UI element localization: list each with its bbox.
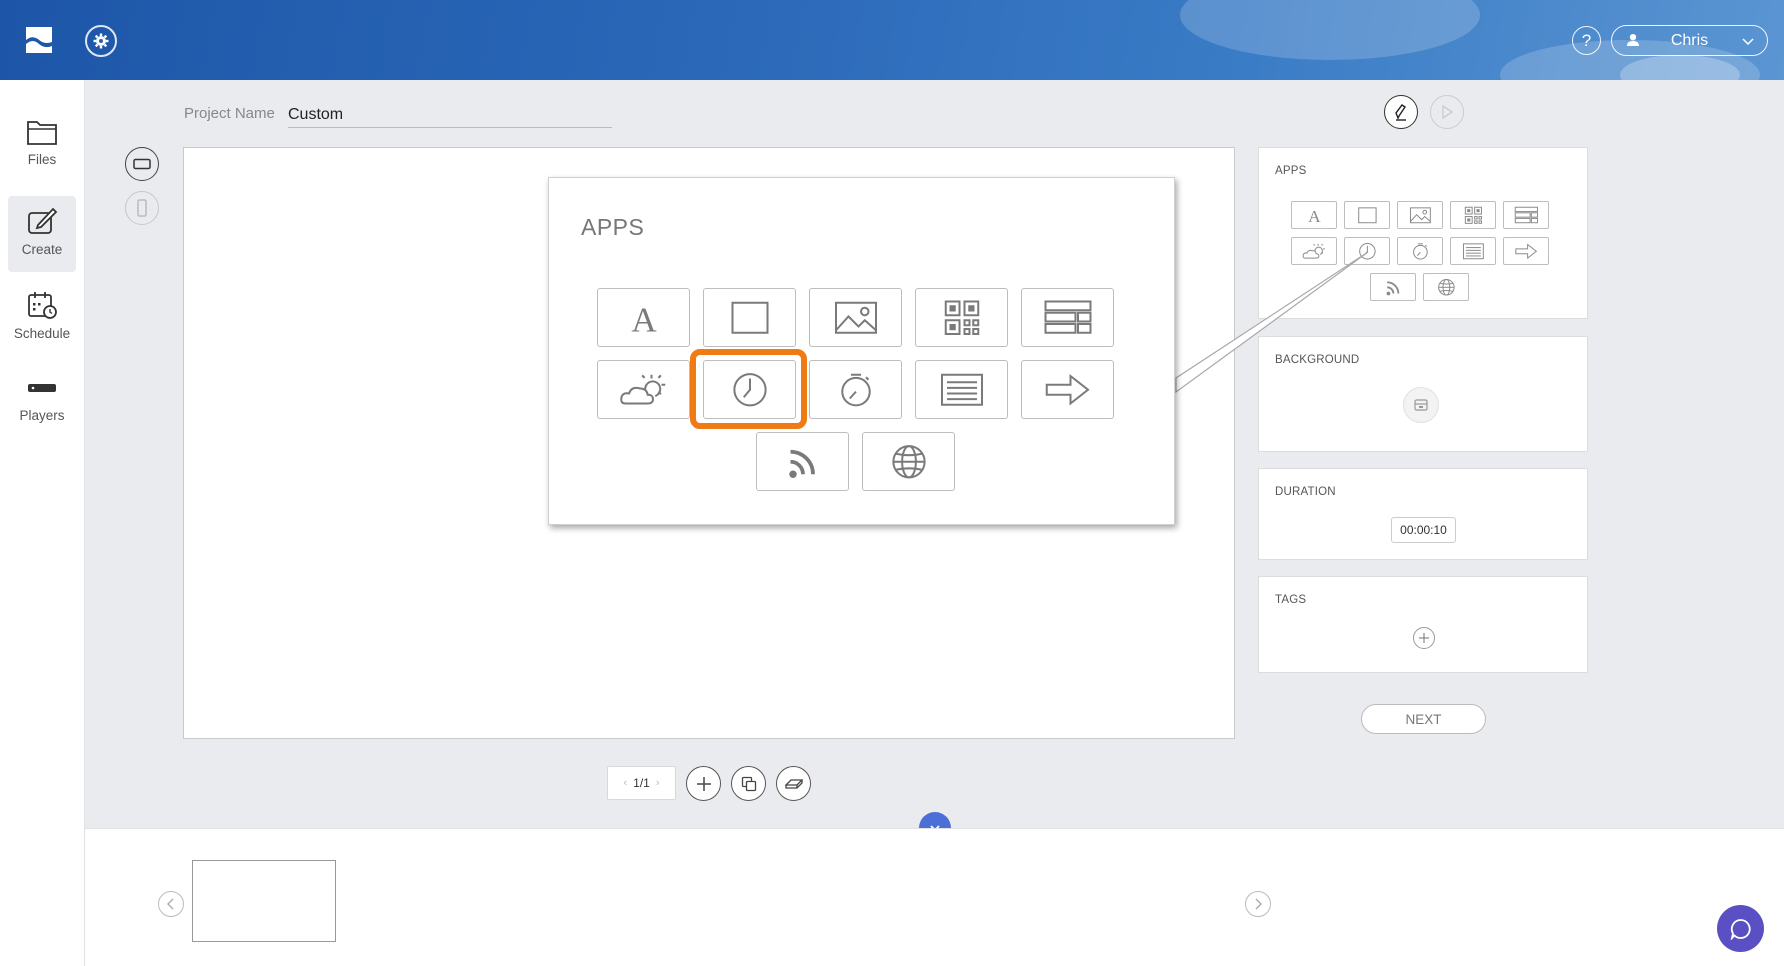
callout-app-weather-button[interactable] bbox=[597, 360, 690, 419]
prev-page-arrow[interactable]: ‹ bbox=[623, 777, 627, 789]
table-icon bbox=[1044, 300, 1091, 334]
clock-app-highlight bbox=[690, 349, 807, 429]
callout-app-qr-code-button[interactable] bbox=[915, 288, 1008, 347]
callout-app-list-button[interactable] bbox=[915, 360, 1008, 419]
list-icon bbox=[940, 373, 983, 406]
erase-page-button[interactable] bbox=[776, 766, 811, 801]
duplicate-icon bbox=[741, 776, 756, 791]
callout-app-rss-feed-button[interactable] bbox=[756, 432, 849, 491]
page-thumbnail[interactable] bbox=[192, 860, 336, 942]
page-indicator[interactable]: ‹ 1/1 › bbox=[607, 766, 676, 800]
next-page-arrow[interactable]: › bbox=[656, 777, 660, 789]
arrow-icon bbox=[1045, 373, 1090, 406]
strip-next-button[interactable] bbox=[1245, 891, 1271, 917]
callout-app-web-globe-button[interactable] bbox=[862, 432, 955, 491]
web-globe-icon bbox=[891, 444, 926, 479]
strip-prev-button[interactable] bbox=[158, 891, 184, 917]
image-icon bbox=[834, 301, 877, 334]
duplicate-page-button[interactable] bbox=[731, 766, 766, 801]
chevron-right-icon bbox=[1255, 898, 1262, 910]
rss-feed-icon bbox=[788, 449, 815, 478]
callout-title: APPS bbox=[581, 214, 645, 240]
plus-icon bbox=[696, 776, 711, 791]
chat-support-button[interactable] bbox=[1717, 905, 1764, 952]
callout-app-table-button[interactable] bbox=[1021, 288, 1114, 347]
callout-app-timer-button[interactable] bbox=[809, 360, 902, 419]
page-number: 1/1 bbox=[633, 776, 650, 790]
add-page-button[interactable] bbox=[686, 766, 721, 801]
callout-app-arrow-button[interactable] bbox=[1021, 360, 1114, 419]
eraser-icon bbox=[784, 778, 803, 789]
callout-app-image-button[interactable] bbox=[809, 288, 902, 347]
chevron-left-icon bbox=[167, 898, 174, 910]
callout-app-text-button[interactable]: A bbox=[597, 288, 690, 347]
weather-icon bbox=[619, 374, 665, 405]
chat-bubble-icon bbox=[1730, 918, 1751, 940]
svg-text:A: A bbox=[631, 300, 657, 336]
callout-app-rectangle-button[interactable] bbox=[703, 288, 796, 347]
rectangle-icon bbox=[731, 301, 768, 334]
qr-code-icon bbox=[944, 300, 979, 335]
text-icon: A bbox=[631, 300, 657, 336]
page-thumbnail-strip bbox=[85, 828, 1784, 966]
timer-icon bbox=[840, 373, 871, 407]
